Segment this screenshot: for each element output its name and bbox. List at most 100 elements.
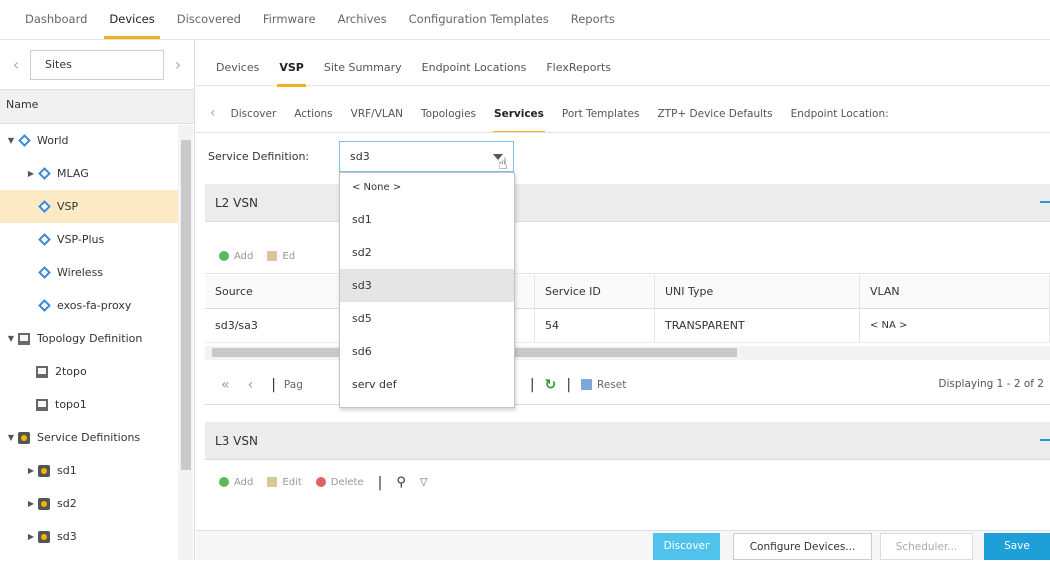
- l2vsn-panel-header: L2 VSN: [205, 184, 1050, 222]
- refresh-icon[interactable]: ↻: [545, 377, 557, 393]
- chevron-left-icon[interactable]: ‹: [204, 105, 222, 121]
- tree-item-mlag[interactable]: ▶ MLAG: [0, 157, 178, 190]
- tree-item-sd2[interactable]: ▶ sd2: [0, 487, 178, 520]
- tab-devices-list[interactable]: Devices: [206, 48, 269, 86]
- expand-toggle-icon[interactable]: ▶: [26, 532, 36, 541]
- tab-discover[interactable]: Discover: [222, 93, 286, 132]
- collapse-icon[interactable]: [1040, 439, 1050, 441]
- name-column-header[interactable]: Name: [0, 90, 194, 124]
- tree-item-label: VSP-Plus: [57, 233, 105, 246]
- expand-toggle-icon[interactable]: ▶: [26, 466, 36, 475]
- search-icon[interactable]: ⚲: [396, 475, 406, 490]
- tab-ztp-device-defaults[interactable]: ZTP+ Device Defaults: [648, 93, 781, 132]
- column-header-uni-type[interactable]: UNI Type: [655, 275, 860, 308]
- tab-archives[interactable]: Archives: [327, 12, 398, 39]
- tab-firmware[interactable]: Firmware: [252, 12, 327, 39]
- discover-button[interactable]: Discover: [653, 533, 720, 560]
- l3vsn-edit-button[interactable]: Edit: [267, 477, 302, 488]
- tab-endpoint-locations[interactable]: Endpoint Locations: [412, 48, 537, 86]
- tree-item-label: VSP: [57, 200, 79, 213]
- l3vsn-delete-button[interactable]: Delete: [315, 477, 364, 488]
- option-sd3[interactable]: sd3: [340, 269, 514, 302]
- sidebar: ‹ Sites › Name ▼ World ▶ MLAG VSP VSP-Plus…: [0, 40, 195, 560]
- site-icon: [18, 134, 31, 147]
- edit-icon: [267, 250, 278, 261]
- tab-vsp[interactable]: VSP: [269, 48, 314, 87]
- device-sub-tabs: Devices VSP Site Summary Endpoint Locati…: [196, 48, 1050, 87]
- reset-icon: [581, 379, 593, 390]
- configure-devices-button[interactable]: Configure Devices...: [733, 533, 872, 560]
- expand-toggle-icon[interactable]: ▼: [6, 334, 16, 343]
- expand-toggle-icon[interactable]: ▼: [6, 433, 16, 442]
- tree-item-service-definitions[interactable]: ▼ Service Definitions: [0, 421, 178, 454]
- service-icon: [18, 431, 30, 444]
- tree-item-sd1[interactable]: ▶ sd1: [0, 454, 178, 487]
- column-header-vlan[interactable]: VLAN: [860, 275, 1050, 308]
- tab-vrf-vlan[interactable]: VRF/VLAN: [342, 93, 412, 132]
- tab-endpoint-location[interactable]: Endpoint Location:: [782, 93, 898, 132]
- tree-item-label: Topology Definition: [37, 332, 143, 345]
- scheduler-button[interactable]: Scheduler...: [880, 533, 973, 560]
- service-definition-label: Service Definition:: [208, 150, 310, 163]
- l2vsn-edit-button[interactable]: Ed: [267, 250, 295, 262]
- tree-item-world[interactable]: ▼ World: [0, 124, 178, 157]
- expand-toggle-icon[interactable]: ▼: [6, 136, 16, 145]
- prev-page-icon[interactable]: ‹: [248, 377, 254, 393]
- option-sd1[interactable]: sd1: [340, 203, 514, 236]
- table-row[interactable]: sd3/sa3 54 TRANSPARENT < NA >: [205, 309, 1050, 343]
- site-selector[interactable]: Sites: [30, 49, 164, 80]
- tree-item-vsp[interactable]: VSP: [0, 190, 178, 223]
- tree-item-vsp-plus[interactable]: VSP-Plus: [0, 223, 178, 256]
- separator: |: [566, 376, 572, 393]
- first-page-icon[interactable]: «: [221, 377, 230, 393]
- l2vsn-add-button[interactable]: Add: [219, 250, 253, 262]
- filter-icon[interactable]: ▽: [420, 477, 428, 488]
- tree-item-label: exos-fa-proxy: [57, 299, 132, 312]
- tree-item-topo1[interactable]: topo1: [0, 388, 178, 421]
- separator: |: [529, 376, 535, 393]
- tree-item-wireless[interactable]: Wireless: [0, 256, 178, 289]
- tab-devices[interactable]: Devices: [98, 12, 165, 39]
- reset-button[interactable]: Reset: [581, 379, 626, 391]
- expand-toggle-icon[interactable]: ▶: [26, 499, 36, 508]
- option-none[interactable]: < None >: [340, 173, 514, 203]
- tab-site-summary[interactable]: Site Summary: [314, 48, 412, 86]
- tab-services[interactable]: Services: [485, 93, 553, 132]
- chevron-left-icon[interactable]: ‹: [8, 55, 24, 74]
- tree-item-topology-definition[interactable]: ▼ Topology Definition: [0, 322, 178, 355]
- l3vsn-add-button[interactable]: Add: [219, 477, 253, 488]
- edit-icon: [267, 477, 278, 487]
- tree-item-label: sd3: [57, 530, 77, 543]
- option-serv-def[interactable]: serv def: [340, 368, 514, 401]
- save-button[interactable]: Save: [984, 533, 1050, 560]
- tab-configuration-templates[interactable]: Configuration Templates: [398, 12, 560, 39]
- tab-topologies[interactable]: Topologies: [412, 93, 485, 132]
- service-definition-value: sd3: [350, 150, 370, 163]
- chevron-right-icon[interactable]: ›: [170, 55, 186, 74]
- option-sd6[interactable]: sd6: [340, 335, 514, 368]
- column-header-service-id[interactable]: Service ID: [535, 275, 655, 308]
- option-sd5[interactable]: sd5: [340, 302, 514, 335]
- sidebar-scrollbar-thumb[interactable]: [181, 140, 191, 470]
- column-header-source[interactable]: Source: [205, 275, 340, 308]
- tree-item-sd3[interactable]: ▶ sd3: [0, 520, 178, 553]
- tab-port-templates[interactable]: Port Templates: [553, 93, 649, 132]
- tab-dashboard[interactable]: Dashboard: [14, 12, 98, 39]
- separator: |: [377, 474, 383, 491]
- tree-item-exos-fa-proxy[interactable]: exos-fa-proxy: [0, 289, 178, 322]
- tree-item-label: Wireless: [57, 266, 104, 279]
- option-sd2[interactable]: sd2: [340, 236, 514, 269]
- service-definition-select[interactable]: sd3: [339, 141, 514, 172]
- add-label: Add: [234, 477, 254, 488]
- collapse-icon[interactable]: [1040, 201, 1050, 203]
- l3vsn-title: L3 VSN: [215, 433, 258, 448]
- tree-item-2topo[interactable]: 2topo: [0, 355, 178, 388]
- pointer-cursor-icon: ☝: [498, 154, 508, 173]
- topology-icon: [36, 365, 48, 378]
- tab-discovered[interactable]: Discovered: [166, 12, 252, 39]
- tab-actions[interactable]: Actions: [285, 93, 341, 132]
- tab-flexreports[interactable]: FlexReports: [536, 48, 621, 86]
- expand-toggle-icon[interactable]: ▶: [26, 169, 36, 178]
- l2vsn-table-header: Source Service ID UNI Type VLAN: [205, 275, 1050, 309]
- tab-reports[interactable]: Reports: [560, 12, 626, 39]
